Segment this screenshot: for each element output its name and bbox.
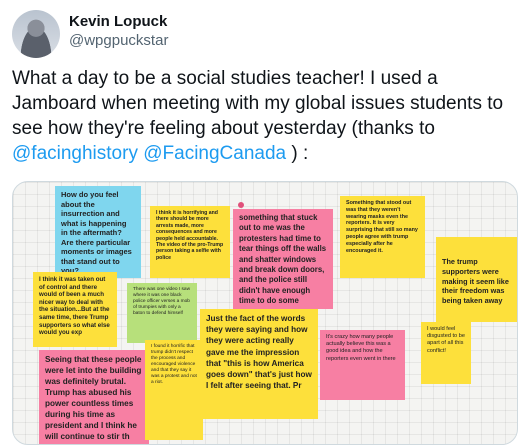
mention-facingcanada[interactable]: @FacingCanada (143, 143, 286, 164)
mention-facinghistory[interactable]: @facinghistory (12, 143, 138, 164)
sticky-note: something that stuck out to me was the p… (233, 209, 333, 309)
tweet-text-end: ) : (286, 143, 309, 164)
sticky-note: Seeing that these people were let into t… (39, 350, 149, 444)
sticky-note: Something that stood out was that they w… (340, 196, 425, 278)
avatar[interactable] (12, 10, 60, 58)
sticky-note: I think it was taken out of control and … (33, 272, 117, 347)
tweet-text-body: What a day to be a social studies teache… (12, 68, 504, 139)
author-handle[interactable]: @wpgpuckstar (69, 32, 168, 49)
sticky-note: There was one video I saw where it was o… (127, 283, 197, 343)
sticky-note: It's crazy how many people actually beli… (320, 330, 405, 400)
pin-marker (238, 202, 244, 208)
sticky-note: I think it is horrifying and there shoul… (150, 206, 230, 278)
sticky-note-question: How do you feel about the insurrection a… (55, 186, 141, 278)
sticky-note: I found it horrific that trump didn't re… (145, 340, 203, 440)
tweet-text: What a day to be a social studies teache… (12, 66, 517, 166)
jamboard-image[interactable]: How do you feel about the insurrection a… (12, 181, 518, 445)
author-name[interactable]: Kevin Lopuck (69, 13, 167, 30)
sticky-note: Just the fact of the words they were say… (200, 309, 318, 419)
sticky-note: I would feel disgusted to be apart of al… (421, 322, 471, 384)
sticky-note: The trump supporters were making it seem… (436, 237, 517, 322)
